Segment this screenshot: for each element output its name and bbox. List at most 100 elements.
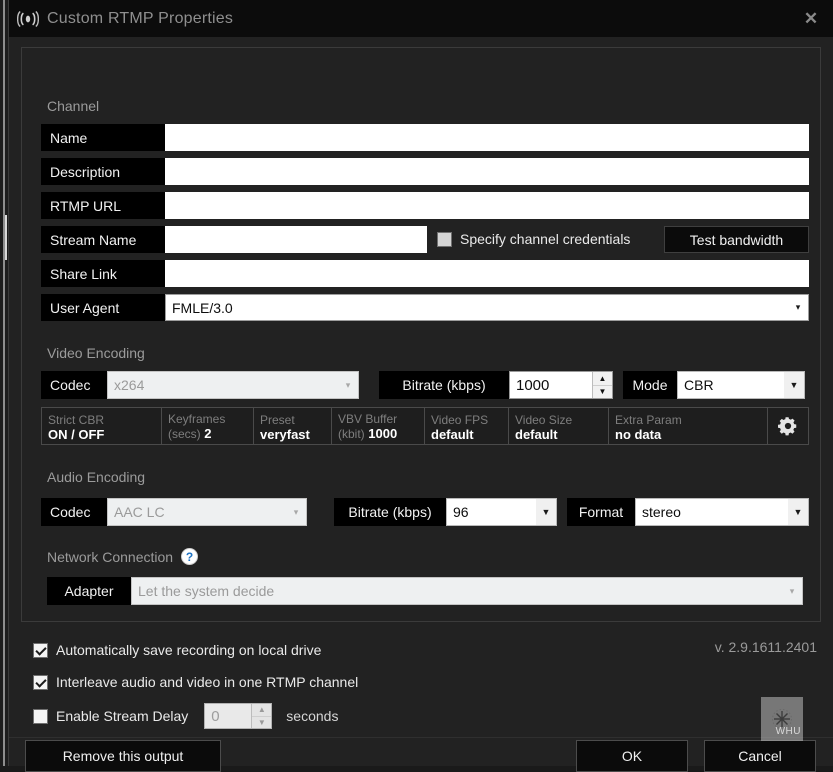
test-bandwidth-button[interactable]: Test bandwidth bbox=[664, 226, 809, 253]
interleave-checkbox[interactable] bbox=[33, 674, 48, 690]
ok-button[interactable]: OK bbox=[576, 740, 688, 772]
section-title-network-connection: Network Connection ? bbox=[47, 548, 199, 565]
remove-output-button[interactable]: Remove this output bbox=[25, 740, 221, 772]
close-icon[interactable]: ✕ bbox=[789, 0, 833, 37]
stat-value: ON / OFF bbox=[48, 426, 105, 442]
audio-format-row: Format stereo ▼ bbox=[567, 498, 809, 526]
chevron-down-icon[interactable]: ▼ bbox=[784, 372, 804, 398]
label-description: Description bbox=[41, 158, 165, 185]
stat-value: default bbox=[431, 426, 474, 442]
video-codec-combobox[interactable]: x264 ▾ bbox=[107, 371, 359, 399]
stat-video-size[interactable]: Video Size default bbox=[509, 408, 609, 444]
video-mode-row: Mode CBR ▼ bbox=[623, 371, 805, 399]
stat-key: Extra Param bbox=[615, 412, 682, 427]
audio-codec-combobox[interactable]: AAC LC ▾ bbox=[107, 498, 307, 526]
background-edge-highlight bbox=[5, 215, 7, 260]
stat-key: Preset bbox=[260, 412, 295, 427]
field-row-share-link: Share Link bbox=[41, 260, 809, 287]
spinner-down-icon[interactable]: ▼ bbox=[252, 717, 271, 729]
chevron-down-icon[interactable]: ▾ bbox=[286, 499, 306, 525]
video-encoding-stats-strip: Strict CBR ON / OFF Keyframes (secs) 2 P… bbox=[41, 407, 809, 445]
window-title: Custom RTMP Properties bbox=[47, 9, 234, 27]
audio-bitrate-row: Bitrate (kbps) 96 ▼ bbox=[334, 498, 557, 526]
field-row-rtmp-url: RTMP URL bbox=[41, 192, 809, 219]
audio-format-value: stereo bbox=[642, 504, 681, 520]
specify-credentials-label: Specify channel credentials bbox=[460, 231, 631, 247]
video-bitrate-spinbox[interactable]: 1000 ▲ ▼ bbox=[509, 371, 613, 399]
section-network-label: Network Connection bbox=[47, 548, 174, 565]
specify-credentials-checkbox[interactable] bbox=[437, 231, 452, 247]
field-row-description: Description bbox=[41, 158, 809, 185]
audio-codec-value: AAC LC bbox=[114, 504, 165, 520]
stat-vbv-buffer[interactable]: VBV Buffer (kbit) 1000 bbox=[332, 408, 425, 444]
version-label: v. 2.9.1611.2401 bbox=[714, 639, 817, 655]
label-video-mode: Mode bbox=[623, 371, 677, 399]
label-audio-codec: Codec bbox=[41, 498, 107, 526]
adapter-combobox[interactable]: Let the system decide ▾ bbox=[131, 577, 803, 605]
stat-key: Strict CBR bbox=[48, 412, 105, 427]
user-agent-combobox[interactable]: FMLE/3.0 ▾ bbox=[165, 294, 809, 321]
name-input[interactable] bbox=[165, 124, 809, 151]
stat-preset[interactable]: Preset veryfast bbox=[254, 408, 332, 444]
chevron-down-icon[interactable]: ▼ bbox=[536, 499, 556, 525]
spinner-up-icon[interactable]: ▲ bbox=[593, 372, 612, 386]
stat-keyframes[interactable]: Keyframes (secs) 2 bbox=[162, 408, 254, 444]
label-user-agent: User Agent bbox=[41, 294, 165, 321]
stat-key: Video FPS bbox=[431, 412, 489, 427]
stat-key: Keyframes bbox=[168, 412, 226, 426]
video-codec-value: x264 bbox=[114, 377, 145, 393]
stat-value: 1000 bbox=[368, 426, 398, 441]
video-mode-combobox[interactable]: CBR ▼ bbox=[677, 371, 805, 399]
video-bitrate-value[interactable]: 1000 bbox=[510, 372, 592, 398]
rtmp-url-input[interactable] bbox=[165, 192, 809, 219]
chevron-down-icon[interactable]: ▾ bbox=[338, 372, 358, 398]
audio-format-combobox[interactable]: stereo ▼ bbox=[635, 498, 809, 526]
stream-delay-unit: seconds bbox=[286, 708, 339, 724]
chevron-down-icon[interactable]: ▼ bbox=[788, 499, 808, 525]
audio-codec-row: Codec AAC LC ▾ bbox=[41, 498, 307, 526]
video-mode-value: CBR bbox=[684, 377, 714, 393]
stream-delay-checkbox[interactable] bbox=[33, 708, 48, 724]
stream-delay-row[interactable]: Enable Stream Delay 0 ▲ ▼ seconds bbox=[33, 702, 338, 730]
specify-credentials-checkbox-row[interactable]: Specify channel credentials bbox=[437, 227, 630, 251]
stream-name-input[interactable] bbox=[165, 226, 427, 253]
spinner-up-icon[interactable]: ▲ bbox=[252, 704, 272, 717]
interleave-label: Interleave audio and video in one RTMP c… bbox=[56, 674, 359, 690]
video-bitrate-stepper[interactable]: ▲ ▼ bbox=[592, 372, 612, 398]
section-title-video-encoding: Video Encoding bbox=[47, 345, 145, 361]
help-question-icon[interactable]: ? bbox=[181, 548, 199, 565]
stat-value-line: (kbit) 1000 bbox=[338, 426, 418, 442]
label-audio-format: Format bbox=[567, 498, 635, 526]
network-adapter-row: Adapter Let the system decide ▾ bbox=[47, 577, 803, 605]
label-video-bitrate: Bitrate (kbps) bbox=[379, 371, 509, 399]
stat-unit: (kbit) bbox=[338, 427, 365, 441]
share-link-input[interactable] bbox=[165, 260, 809, 287]
footer-divider bbox=[9, 737, 833, 738]
stream-delay-value[interactable]: 0 bbox=[205, 704, 251, 728]
audio-bitrate-combobox[interactable]: 96 ▼ bbox=[446, 498, 557, 526]
field-row-name: Name bbox=[41, 124, 809, 151]
auto-save-checkbox-row[interactable]: Automatically save recording on local dr… bbox=[33, 640, 321, 660]
video-settings-button[interactable] bbox=[768, 408, 808, 444]
stat-value: 2 bbox=[204, 426, 212, 441]
section-title-audio-encoding: Audio Encoding bbox=[47, 469, 146, 485]
stat-value: no data bbox=[615, 426, 662, 442]
spinner-down-icon[interactable]: ▼ bbox=[593, 386, 612, 399]
label-rtmp-url: RTMP URL bbox=[41, 192, 165, 219]
chevron-down-icon[interactable]: ▾ bbox=[782, 578, 802, 604]
chevron-down-icon[interactable]: ▾ bbox=[788, 295, 808, 320]
audio-bitrate-value: 96 bbox=[453, 504, 469, 520]
gear-icon bbox=[777, 415, 799, 440]
label-audio-bitrate: Bitrate (kbps) bbox=[334, 498, 446, 526]
description-input[interactable] bbox=[165, 158, 809, 185]
auto-save-checkbox[interactable] bbox=[33, 642, 48, 658]
cancel-button[interactable]: Cancel bbox=[704, 740, 816, 772]
stat-strict-cbr[interactable]: Strict CBR ON / OFF bbox=[42, 408, 162, 444]
section-title-channel: Channel bbox=[47, 98, 100, 114]
stream-delay-stepper[interactable]: ▲ ▼ bbox=[251, 704, 272, 729]
stat-extra-param[interactable]: Extra Param no data bbox=[609, 408, 768, 444]
stat-video-fps[interactable]: Video FPS default bbox=[425, 408, 509, 444]
interleave-checkbox-row[interactable]: Interleave audio and video in one RTMP c… bbox=[33, 672, 358, 692]
stream-delay-spinbox[interactable]: 0 ▲ ▼ bbox=[204, 703, 273, 729]
video-codec-row: Codec x264 ▾ bbox=[41, 371, 359, 399]
